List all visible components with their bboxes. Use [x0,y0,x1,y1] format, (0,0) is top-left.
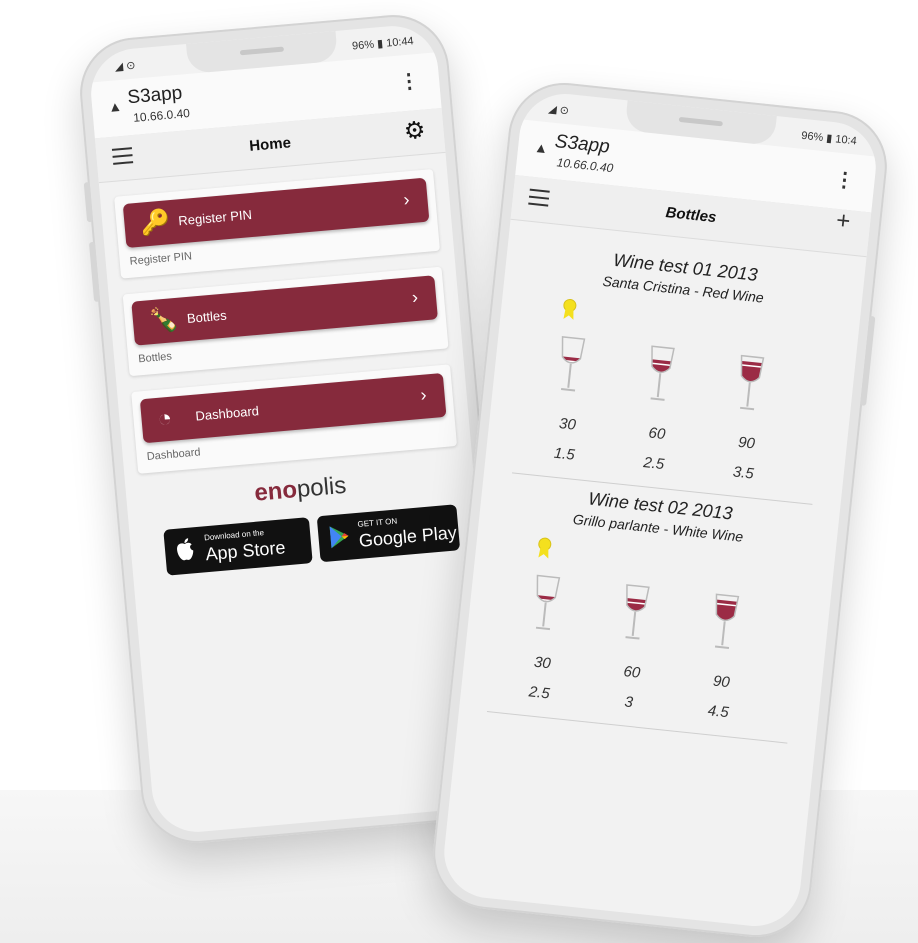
app-title: S3app [126,82,184,109]
overflow-menu-icon[interactable]: ⋮ [398,68,420,95]
phone-left-screen: ◢ ⊙ 96% ▮ 10:44 ▲ S3app 10.66.0.40 ⋮ Hom… [87,22,503,836]
wine-glass-icon [534,574,561,631]
warning-icon: ▲ [533,138,549,157]
wine-glass-icon [559,336,586,392]
power-button [860,315,876,406]
bottles-caption: Bottles [137,350,173,366]
app-title: S3app [553,131,611,158]
chevron-right-icon: › [419,384,428,405]
glass-value: 1.5 [553,444,576,464]
medal-icon [538,537,552,559]
wine-item[interactable]: Wine test 02 2013 Grillo parlante - White… [457,477,839,763]
phone-right-screen: ◢ ⊙ 96% ▮ 10:4 ▲ S3app 10.66.0.40 ⋮ Bott… [439,89,881,931]
logo-part-eno: eno [253,476,299,507]
wine-glass-icon [624,584,650,640]
glass-value: 3.5 [732,463,755,483]
wine-glass-icon [738,354,765,411]
dashboard-caption: Dashboard [146,446,202,463]
register-pin-label: Register PIN [177,206,253,229]
glass-score: 60 [647,424,667,444]
bottles-button[interactable]: 🍾 Bottles › [131,275,438,346]
glass-score: 90 [737,433,756,453]
menu-card-dashboard: ◔ Dashboard › Dashboard [131,364,458,474]
overflow-menu-icon[interactable]: ⋮ [833,167,856,194]
glass-score: 90 [712,672,731,692]
glass-score: 30 [558,415,577,434]
glass-score: 60 [622,663,642,682]
bottles-icon: 🍾 [147,305,181,336]
glass-value: 2.5 [527,683,551,703]
volume-up-button [83,181,94,223]
chevron-right-icon: › [402,189,411,210]
menu-card-bottles: 🍾 Bottles › Bottles [122,266,449,377]
apple-icon [174,537,196,568]
logo-part-polis: polis [295,471,348,504]
glass-score: 30 [533,653,552,673]
add-icon[interactable]: + [835,207,852,236]
wine-item[interactable]: Wine test 01 2013 Santa Cristina - Red Wi… [482,239,864,525]
medal-icon [563,298,577,320]
key-icon: 🔑 [139,208,172,238]
volume-down-button [88,241,101,303]
status-battery-time: 96% ▮ 10:4 [800,129,858,148]
dashboard-button[interactable]: ◔ Dashboard › [139,372,447,444]
status-icons: ◢ ⊙ [547,103,570,118]
glass-value: 3 [623,693,634,712]
bottles-label: Bottles [186,307,228,326]
warning-icon: ▲ [107,97,123,116]
app-store-badge[interactable]: Download on the App Store [163,517,313,576]
chevron-right-icon: › [411,286,419,308]
play-store-icon [328,524,352,555]
gear-icon[interactable]: ⚙ [403,116,427,147]
glass-value: 2.5 [642,454,666,474]
app-store-big-text: App Store [204,537,287,565]
status-battery-time: 96% ▮ 10:44 [351,35,415,53]
register-pin-button[interactable]: 🔑 Register PIN › [122,177,430,248]
menu-card-register-pin: 🔑 Register PIN › Register PIN [114,168,441,279]
status-icons: ◢ ⊙ [114,59,136,74]
wine-glass-icon [713,593,740,649]
google-play-badge[interactable]: GET IT ON Google Play [316,504,461,563]
wine-glass-icon [649,345,675,401]
glass-value: 4.5 [706,702,730,722]
register-pin-caption: Register PIN [129,250,193,268]
dashboard-label: Dashboard [194,403,260,424]
dashboard-icon: ◔ [156,404,174,433]
app-server-address: 10.66.0.40 [132,105,191,125]
